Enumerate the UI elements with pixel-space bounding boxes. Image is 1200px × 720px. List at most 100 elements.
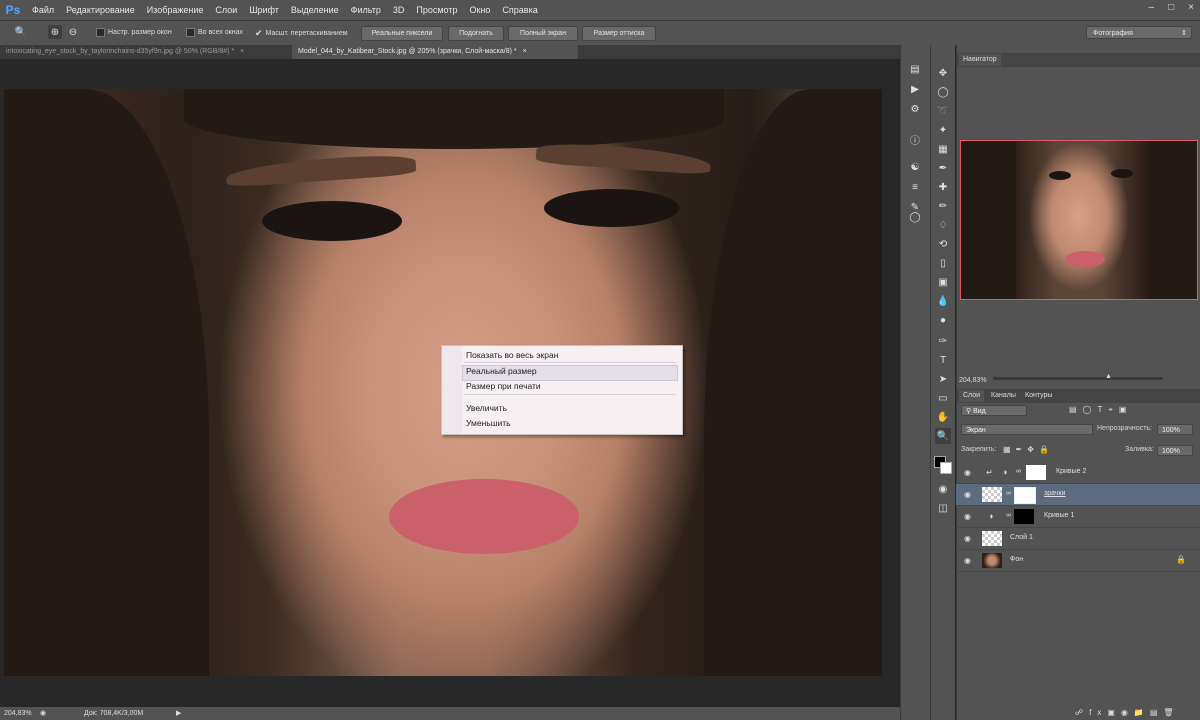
blur-tool-icon[interactable]: 💧 xyxy=(935,293,951,309)
layer-row[interactable]: ◉ Слой 1 xyxy=(956,528,1200,550)
layer-mask-thumbnail[interactable] xyxy=(1014,487,1036,504)
eye-icon[interactable]: ◉ xyxy=(964,534,971,543)
tab-paths[interactable]: Контуры xyxy=(1021,390,1056,402)
eye-icon[interactable]: ◉ xyxy=(964,556,971,565)
actual-pixels-button[interactable]: Реальные пиксели xyxy=(361,26,443,41)
checkmark-icon[interactable]: ✔ xyxy=(255,28,263,39)
menu-item-zoom-out[interactable]: Уменьшить xyxy=(466,418,511,428)
eye-icon[interactable]: ◉ xyxy=(964,468,971,477)
navigator-thumbnail[interactable] xyxy=(960,140,1198,300)
pen-tool-icon[interactable]: ✑ xyxy=(935,333,951,349)
menu-view[interactable]: Просмотр xyxy=(410,0,463,20)
layer-bottom-icons[interactable]: ☍fx▣◉📁▤🗑 xyxy=(1075,708,1180,717)
layer-name[interactable]: Слой 1 xyxy=(1010,534,1033,541)
hand-tool-icon[interactable]: ✋ xyxy=(935,409,951,425)
checkbox-box[interactable] xyxy=(96,28,105,37)
layer-row[interactable]: ◉ ◑ ∞ Кривые 1 xyxy=(956,506,1200,528)
zoom-in-icon[interactable]: ⊕ xyxy=(48,25,62,39)
checkbox-box[interactable] xyxy=(186,28,195,37)
menu-item-zoom-in[interactable]: Увеличить xyxy=(466,403,507,413)
layer-filter-icons[interactable]: ▤◯T⌖▣ xyxy=(1069,405,1132,415)
link-icon[interactable]: ∞ xyxy=(1006,512,1011,519)
history-icon[interactable]: ▤ xyxy=(907,61,923,77)
tab-document-2[interactable]: Model_044_by_Katibear_Stock.jpg @ 205% (… xyxy=(292,45,578,59)
zoom-tool-icon[interactable]: 🔍 xyxy=(14,25,28,39)
lasso-tool-icon[interactable]: ➰ xyxy=(935,103,951,119)
tab-close-icon[interactable]: × xyxy=(523,48,527,55)
clone-source-icon[interactable]: ◯ xyxy=(907,209,923,225)
menu-edit[interactable]: Редактирование xyxy=(60,0,141,20)
layer-filter-select[interactable]: ⚲ Вид xyxy=(961,405,1027,416)
crop-tool-icon[interactable]: ▦ xyxy=(935,141,951,157)
workspace-select[interactable]: Фотография ⇕ xyxy=(1086,26,1192,39)
layer-thumbnail[interactable] xyxy=(982,487,1002,502)
menu-3d[interactable]: 3D xyxy=(387,0,411,20)
layer-row[interactable]: ◉ ∞ зрачки xyxy=(956,484,1200,506)
dodge-tool-icon[interactable]: ● xyxy=(935,312,951,328)
menu-image[interactable]: Изображение xyxy=(141,0,210,20)
link-icon[interactable]: ∞ xyxy=(1006,490,1011,497)
move-tool-icon[interactable]: ✥ xyxy=(935,65,951,81)
properties-icon[interactable]: ⚙ xyxy=(907,101,923,117)
navigator-zoom[interactable]: 204,83% xyxy=(959,377,987,384)
fill-screen-button[interactable]: Полный экран xyxy=(508,26,578,41)
canvas-area[interactable]: Показать во весь экран Реальный размер Р… xyxy=(0,59,900,707)
menu-type[interactable]: Шрифт xyxy=(243,0,285,20)
eye-icon[interactable]: ◉ xyxy=(964,512,971,521)
maximize-icon[interactable]: □ xyxy=(1168,2,1174,13)
opacity-input[interactable]: 100% xyxy=(1157,424,1193,435)
menu-item-actual-size[interactable]: Реальный размер xyxy=(466,366,537,376)
tab-close-icon[interactable]: × xyxy=(240,48,244,55)
blend-mode-select[interactable]: Экран xyxy=(961,424,1093,435)
minimize-icon[interactable]: – xyxy=(1149,2,1155,13)
link-icon[interactable]: ∞ xyxy=(1016,468,1021,475)
menu-item-print-size[interactable]: Размер при печати xyxy=(466,381,541,391)
background-color-swatch[interactable] xyxy=(940,462,952,474)
tab-document-1[interactable]: intoxicating_eye_stock_by_taylorinchains… xyxy=(0,45,294,59)
eye-icon[interactable]: ◉ xyxy=(964,490,971,499)
history-brush-icon[interactable]: ⟲ xyxy=(935,236,951,252)
layer-thumbnail[interactable] xyxy=(982,531,1002,546)
adjustments-icon[interactable]: ☯ xyxy=(907,159,923,175)
slider-thumb-icon[interactable]: ▲ xyxy=(1105,373,1112,380)
sliders-icon[interactable]: ≡ xyxy=(907,179,923,195)
menu-filter[interactable]: Фильтр xyxy=(345,0,387,20)
quick-select-tool-icon[interactable]: ✦ xyxy=(935,122,951,138)
scrubby-zoom-checkbox[interactable]: ✔ Масшт. перетаскиванием xyxy=(255,28,348,39)
menu-window[interactable]: Окно xyxy=(463,0,496,20)
print-size-button[interactable]: Размер оттиска xyxy=(582,26,656,41)
marquee-tool-icon[interactable]: ◯ xyxy=(935,84,951,100)
menu-layer[interactable]: Слои xyxy=(209,0,243,20)
navigator-zoom-slider[interactable] xyxy=(993,377,1163,380)
resize-windows-checkbox[interactable]: Настр. размер окон xyxy=(96,28,172,37)
menu-file[interactable]: Файл xyxy=(26,0,60,20)
fit-screen-button[interactable]: Подогнать xyxy=(448,26,504,41)
layer-mask-thumbnail[interactable] xyxy=(1026,465,1046,480)
menu-item-fit-screen[interactable]: Показать во весь экран xyxy=(466,350,558,360)
tab-layers[interactable]: Слои xyxy=(959,390,985,402)
zoom-level[interactable]: 204,83% xyxy=(4,707,32,720)
brush-tool-icon[interactable]: ✏ xyxy=(935,198,951,214)
tab-channels[interactable]: Каналы xyxy=(987,390,1020,402)
path-select-tool-icon[interactable]: ➤ xyxy=(935,371,951,387)
zoom-out-icon[interactable]: ⊖ xyxy=(66,25,80,39)
lock-icons[interactable]: ▦✒✥🔒 xyxy=(1003,445,1054,454)
info-icon[interactable]: ⓘ xyxy=(907,131,923,147)
quick-mask-icon[interactable]: ◉ xyxy=(935,481,951,497)
layer-name[interactable]: Фон xyxy=(1010,556,1023,563)
layer-mask-thumbnail[interactable] xyxy=(1014,509,1034,524)
screen-mode-icon[interactable]: ◫ xyxy=(935,500,951,516)
layer-name[interactable]: Кривые 2 xyxy=(1056,468,1086,475)
eraser-tool-icon[interactable]: ▯ xyxy=(935,255,951,271)
menu-select[interactable]: Выделение xyxy=(285,0,345,20)
zoom-tool-icon[interactable]: 🔍 xyxy=(935,428,951,444)
layer-name[interactable]: Кривые 1 xyxy=(1044,512,1074,519)
status-icon[interactable]: ◉ xyxy=(40,707,46,720)
eyedropper-tool-icon[interactable]: ✒ xyxy=(935,160,951,176)
gradient-tool-icon[interactable]: ▣ xyxy=(935,274,951,290)
layer-thumbnail[interactable] xyxy=(982,553,1002,568)
tab-navigator[interactable]: Навигатор xyxy=(959,54,1001,66)
all-windows-checkbox[interactable]: Во всех окнах xyxy=(186,28,243,37)
layer-row[interactable]: ◉ ↵ ◑ ∞ Кривые 2 xyxy=(956,462,1200,484)
healing-tool-icon[interactable]: ✚ xyxy=(935,179,951,195)
